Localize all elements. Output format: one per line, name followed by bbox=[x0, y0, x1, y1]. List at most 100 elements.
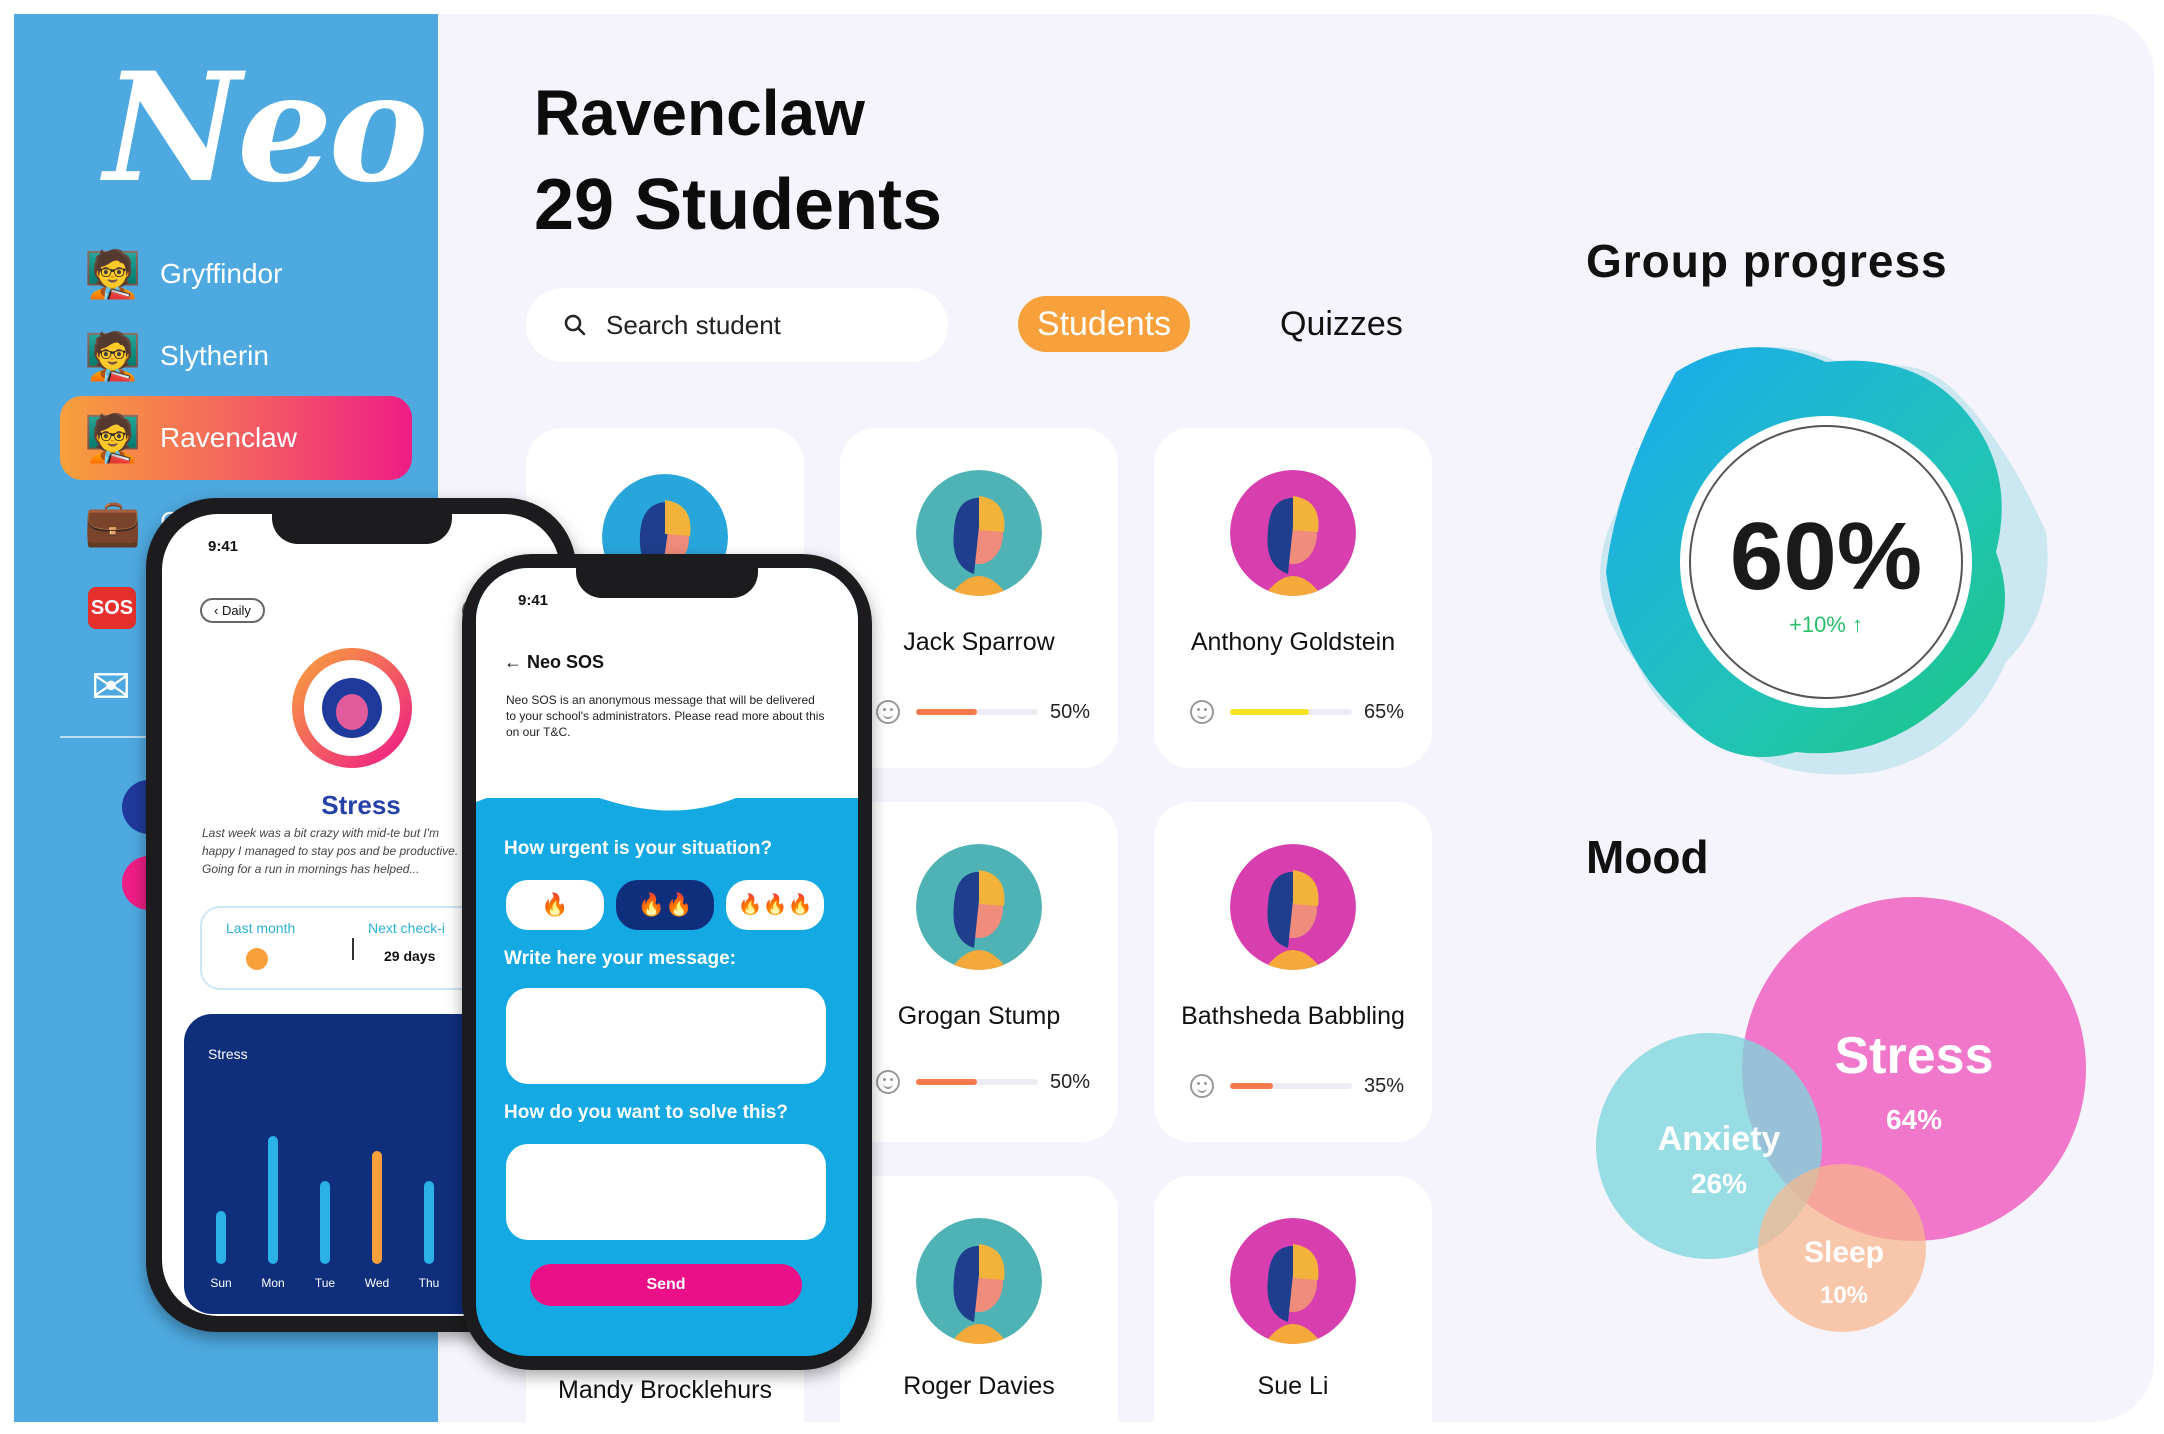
group-progress-title: Group progress bbox=[1586, 235, 1948, 287]
arrow-left-icon: ← bbox=[504, 652, 528, 672]
message-label: Write here your message: bbox=[504, 948, 736, 969]
student-card[interactable]: Sue Li bbox=[1154, 1176, 1432, 1422]
search-input[interactable]: Search student bbox=[526, 288, 948, 362]
chart-bar bbox=[320, 1181, 330, 1264]
mood-label-sleep: Sleep bbox=[1803, 1236, 1885, 1269]
progress-fill bbox=[916, 709, 977, 715]
teacher-emoji-icon: 🧑‍🏫 bbox=[84, 330, 142, 382]
mood-label-stress: Stress bbox=[1834, 1027, 1994, 1085]
sidebar-item-slytherin[interactable]: 🧑‍🏫 Slytherin bbox=[60, 314, 412, 398]
sidebar-item-label: Gryffindor bbox=[160, 258, 283, 289]
avatar bbox=[1230, 470, 1356, 596]
avatar bbox=[1230, 1218, 1356, 1344]
chart-bar bbox=[268, 1136, 278, 1264]
teacher-emoji-icon: 🧑‍🏫 bbox=[84, 412, 142, 464]
sos-title: Neo SOS bbox=[527, 652, 605, 672]
message-textarea[interactable] bbox=[506, 988, 826, 1084]
phone-notch bbox=[272, 514, 452, 544]
avatar bbox=[916, 1218, 1042, 1344]
progress-percent: 65% bbox=[1364, 700, 1405, 723]
wave-divider bbox=[476, 782, 858, 811]
smiley-icon bbox=[876, 700, 900, 724]
briefcase-icon: 💼 bbox=[84, 496, 142, 548]
stress-ring bbox=[292, 648, 412, 768]
progress-fill bbox=[1230, 1083, 1273, 1089]
urgency-medium-button[interactable]: 🔥🔥 bbox=[616, 880, 714, 930]
phone-screen: 9:41 ← Neo SOS Neo SOS is an anonymous m… bbox=[476, 568, 858, 1356]
tab-students[interactable]: Students bbox=[1018, 296, 1190, 352]
smiley-icon bbox=[1190, 1074, 1214, 1098]
status-time: 9:41 bbox=[208, 538, 239, 555]
teacher-emoji-icon: 🧑‍🏫 bbox=[84, 248, 142, 300]
daily-back-button[interactable]: ‹ Daily bbox=[200, 598, 265, 623]
progress-track bbox=[1230, 1083, 1352, 1089]
mood-pct-stress: 64% bbox=[1885, 1104, 1943, 1135]
student-name: Bathsheda Babbling bbox=[1181, 1002, 1405, 1030]
student-name: Jack Sparrow bbox=[903, 628, 1055, 656]
status-time: 9:41 bbox=[518, 592, 549, 609]
avatar bbox=[1230, 844, 1356, 970]
smiley-icon bbox=[876, 1070, 900, 1094]
progress-row: 65% bbox=[1190, 700, 1404, 724]
mood-pct-sleep: 10% bbox=[1819, 1282, 1869, 1309]
smiley-icon bbox=[1190, 700, 1214, 724]
progress-row: 50% bbox=[876, 1070, 1090, 1094]
student-card[interactable]: Roger Davies bbox=[840, 1176, 1118, 1422]
send-button[interactable]: Send bbox=[530, 1264, 802, 1306]
sidebar-item-ravenclaw[interactable]: 🧑‍🏫 Ravenclaw bbox=[60, 396, 412, 480]
tab-quizzes[interactable]: Quizzes bbox=[1280, 296, 1403, 352]
student-card[interactable]: Bathsheda Babbling 35% bbox=[1154, 802, 1432, 1142]
last-month-label: Last month bbox=[226, 920, 296, 936]
checkin-separator bbox=[352, 938, 354, 960]
avatar bbox=[916, 844, 1042, 970]
sidebar-item-label: Ravenclaw bbox=[160, 422, 297, 453]
back-label: Daily bbox=[221, 603, 251, 618]
mood-label-anxiety: Anxiety bbox=[1657, 1120, 1781, 1158]
progress-percent: 35% bbox=[1364, 1074, 1405, 1097]
chart-day-label: Sun bbox=[210, 1276, 232, 1290]
envelope-icon: ✉ bbox=[90, 661, 132, 714]
mood-title: Mood bbox=[1586, 831, 1709, 883]
chart-bar bbox=[216, 1211, 226, 1264]
student-card[interactable]: Anthony Goldstein 65% bbox=[1154, 428, 1432, 768]
search-icon bbox=[564, 314, 586, 336]
progress-percent: 50% bbox=[1050, 1070, 1091, 1093]
student-count: 29 Students bbox=[534, 165, 943, 245]
journal-text: Last week was a bit crazy with mid-te bu… bbox=[202, 826, 459, 876]
progress-row: 50% bbox=[876, 700, 1090, 724]
arrow-up-icon: ↑ bbox=[1852, 612, 1863, 637]
student-name: Mandy Brocklehurs bbox=[558, 1376, 772, 1404]
student-card[interactable]: Jack Sparrow 50% bbox=[840, 428, 1118, 768]
progress-percent: 50% bbox=[1050, 700, 1091, 723]
solve-textarea[interactable] bbox=[506, 1144, 826, 1240]
chart-day-label: Wed bbox=[364, 1276, 390, 1290]
phone-notch bbox=[576, 568, 758, 598]
urgency-high-button[interactable]: 🔥🔥🔥 bbox=[726, 880, 824, 930]
search-placeholder: Search student bbox=[606, 309, 781, 340]
app-frame: Neo 🧑‍🏫 Gryffindor 🧑‍🏫 Slytherin 🧑‍🏫 Rav… bbox=[14, 14, 2154, 1422]
chart-day-label: Mon bbox=[261, 1276, 285, 1290]
progress-track bbox=[916, 709, 1038, 715]
progress-fill bbox=[916, 1079, 977, 1085]
chart-label: Stress bbox=[208, 1046, 248, 1062]
urgency-low-button[interactable]: 🔥 bbox=[506, 880, 604, 930]
progress-fill bbox=[1230, 709, 1310, 715]
next-checkin-label: Next check-i bbox=[368, 920, 446, 936]
change-value: +10% bbox=[1788, 612, 1846, 637]
student-card[interactable]: Grogan Stump 50% bbox=[840, 802, 1118, 1142]
sidebar-item-gryffindor[interactable]: 🧑‍🏫 Gryffindor bbox=[60, 232, 412, 316]
mood-face-icon bbox=[246, 948, 268, 970]
next-checkin-value: 29 days bbox=[384, 948, 436, 964]
avatar bbox=[916, 470, 1042, 596]
sos-info: Neo SOS is an anonymous message that wil… bbox=[506, 693, 825, 739]
chevron-left-icon: ‹ bbox=[214, 603, 222, 618]
sos-back-header[interactable]: ← Neo SOS bbox=[504, 652, 604, 673]
progress-row: 35% bbox=[1190, 1074, 1404, 1098]
solve-label: How do you want to solve this? bbox=[504, 1102, 788, 1123]
chart-day-label: Tue bbox=[314, 1276, 336, 1290]
mood-pct-anxiety: 26% bbox=[1690, 1168, 1748, 1199]
student-name: Anthony Goldstein bbox=[1190, 628, 1396, 656]
group-progress-value: 60% bbox=[1729, 503, 1923, 610]
sidebar-item-label: Slytherin bbox=[160, 340, 269, 371]
app-logo: Neo bbox=[104, 40, 429, 216]
